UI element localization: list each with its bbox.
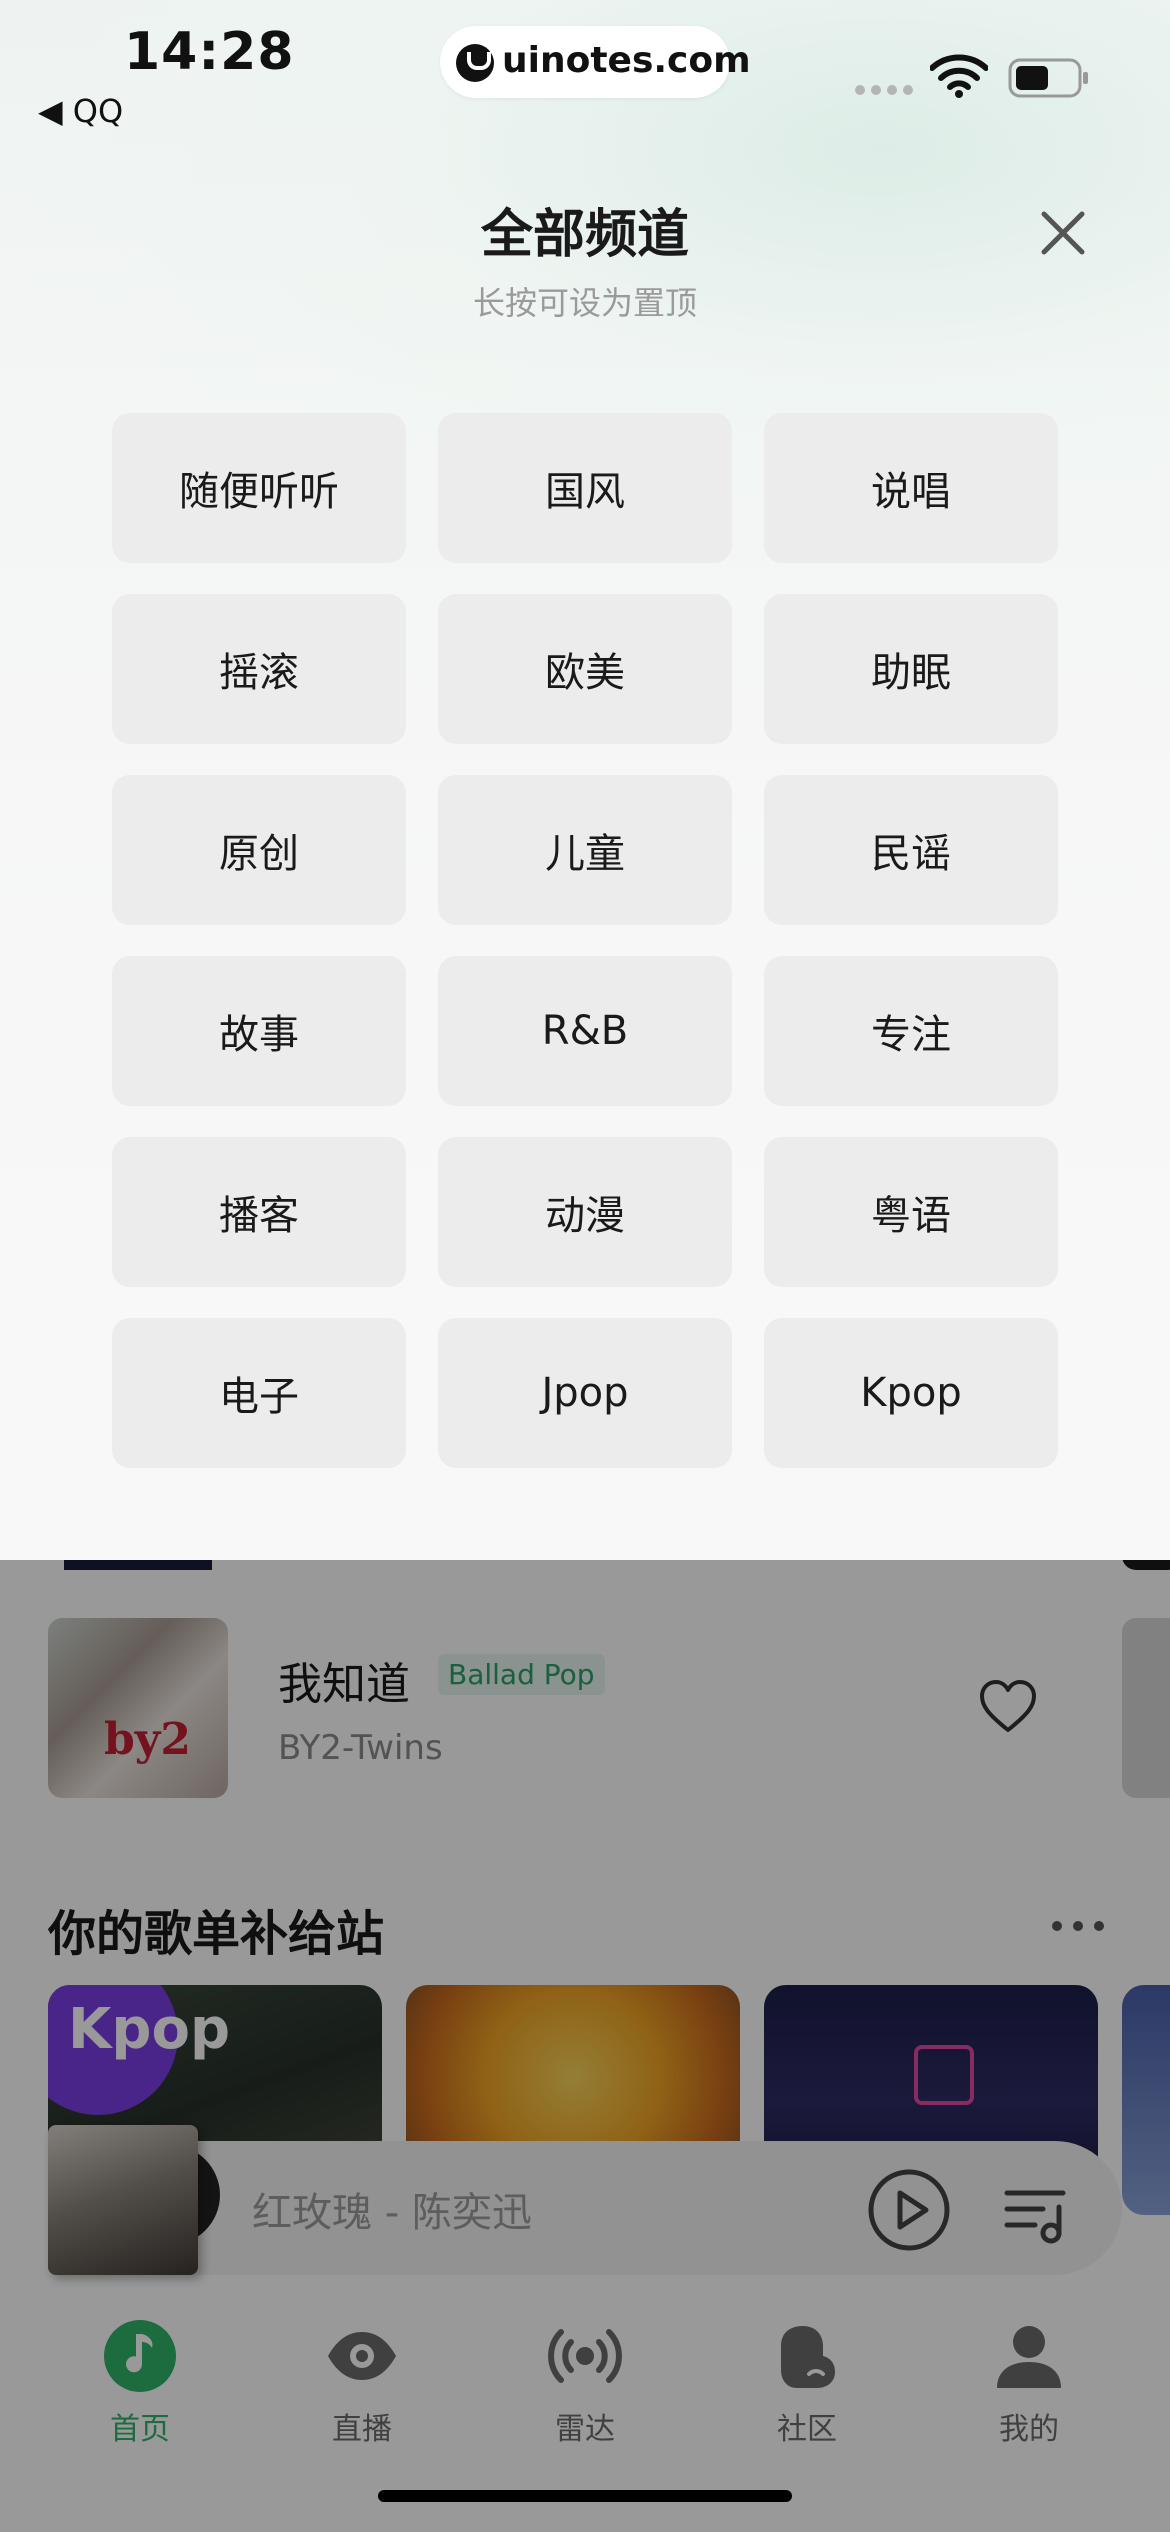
channel-chip[interactable]: 原创 (112, 775, 406, 925)
channel-chip[interactable]: 粤语 (764, 1137, 1058, 1287)
channel-chip[interactable]: 欧美 (438, 594, 732, 744)
all-channels-sheet: 14:28 ◀ QQ uinotes.com 全部频道 长按可设为置顶 随便听听… (0, 0, 1170, 1560)
wifi-icon (930, 54, 988, 98)
url-text: uinotes.com (502, 40, 751, 81)
channel-chip[interactable]: R&B (438, 956, 732, 1106)
close-icon[interactable] (1036, 206, 1090, 260)
channel-chip[interactable]: 说唱 (764, 413, 1058, 563)
channel-chip[interactable]: 播客 (112, 1137, 406, 1287)
url-pill[interactable]: uinotes.com (440, 26, 751, 98)
channel-chip[interactable]: 儿童 (438, 775, 732, 925)
sheet-title: 全部频道 (480, 205, 689, 265)
channel-chip[interactable]: 专注 (764, 956, 1058, 1106)
status-time: 14:28 (124, 22, 295, 82)
channel-chip[interactable]: 电子 (112, 1318, 406, 1468)
channel-chip[interactable]: 动漫 (438, 1137, 732, 1287)
channel-chip[interactable]: Jpop (438, 1318, 732, 1468)
channel-chip[interactable]: 助眠 (764, 594, 1058, 744)
site-logo-icon (456, 44, 494, 82)
back-to-app-link[interactable]: ◀ QQ (38, 92, 123, 130)
sheet-subtitle: 长按可设为置顶 (472, 284, 697, 322)
channel-chip[interactable]: Kpop (764, 1318, 1058, 1468)
channel-chip[interactable]: 民谣 (764, 775, 1058, 925)
channel-chip[interactable]: 故事 (112, 956, 406, 1106)
cellular-signal-icon (855, 85, 913, 95)
channel-chip[interactable]: 随便听听 (112, 413, 406, 563)
channel-chip[interactable]: 摇滚 (112, 594, 406, 744)
battery-icon (1008, 58, 1088, 98)
channel-chip[interactable]: 国风 (438, 413, 732, 563)
